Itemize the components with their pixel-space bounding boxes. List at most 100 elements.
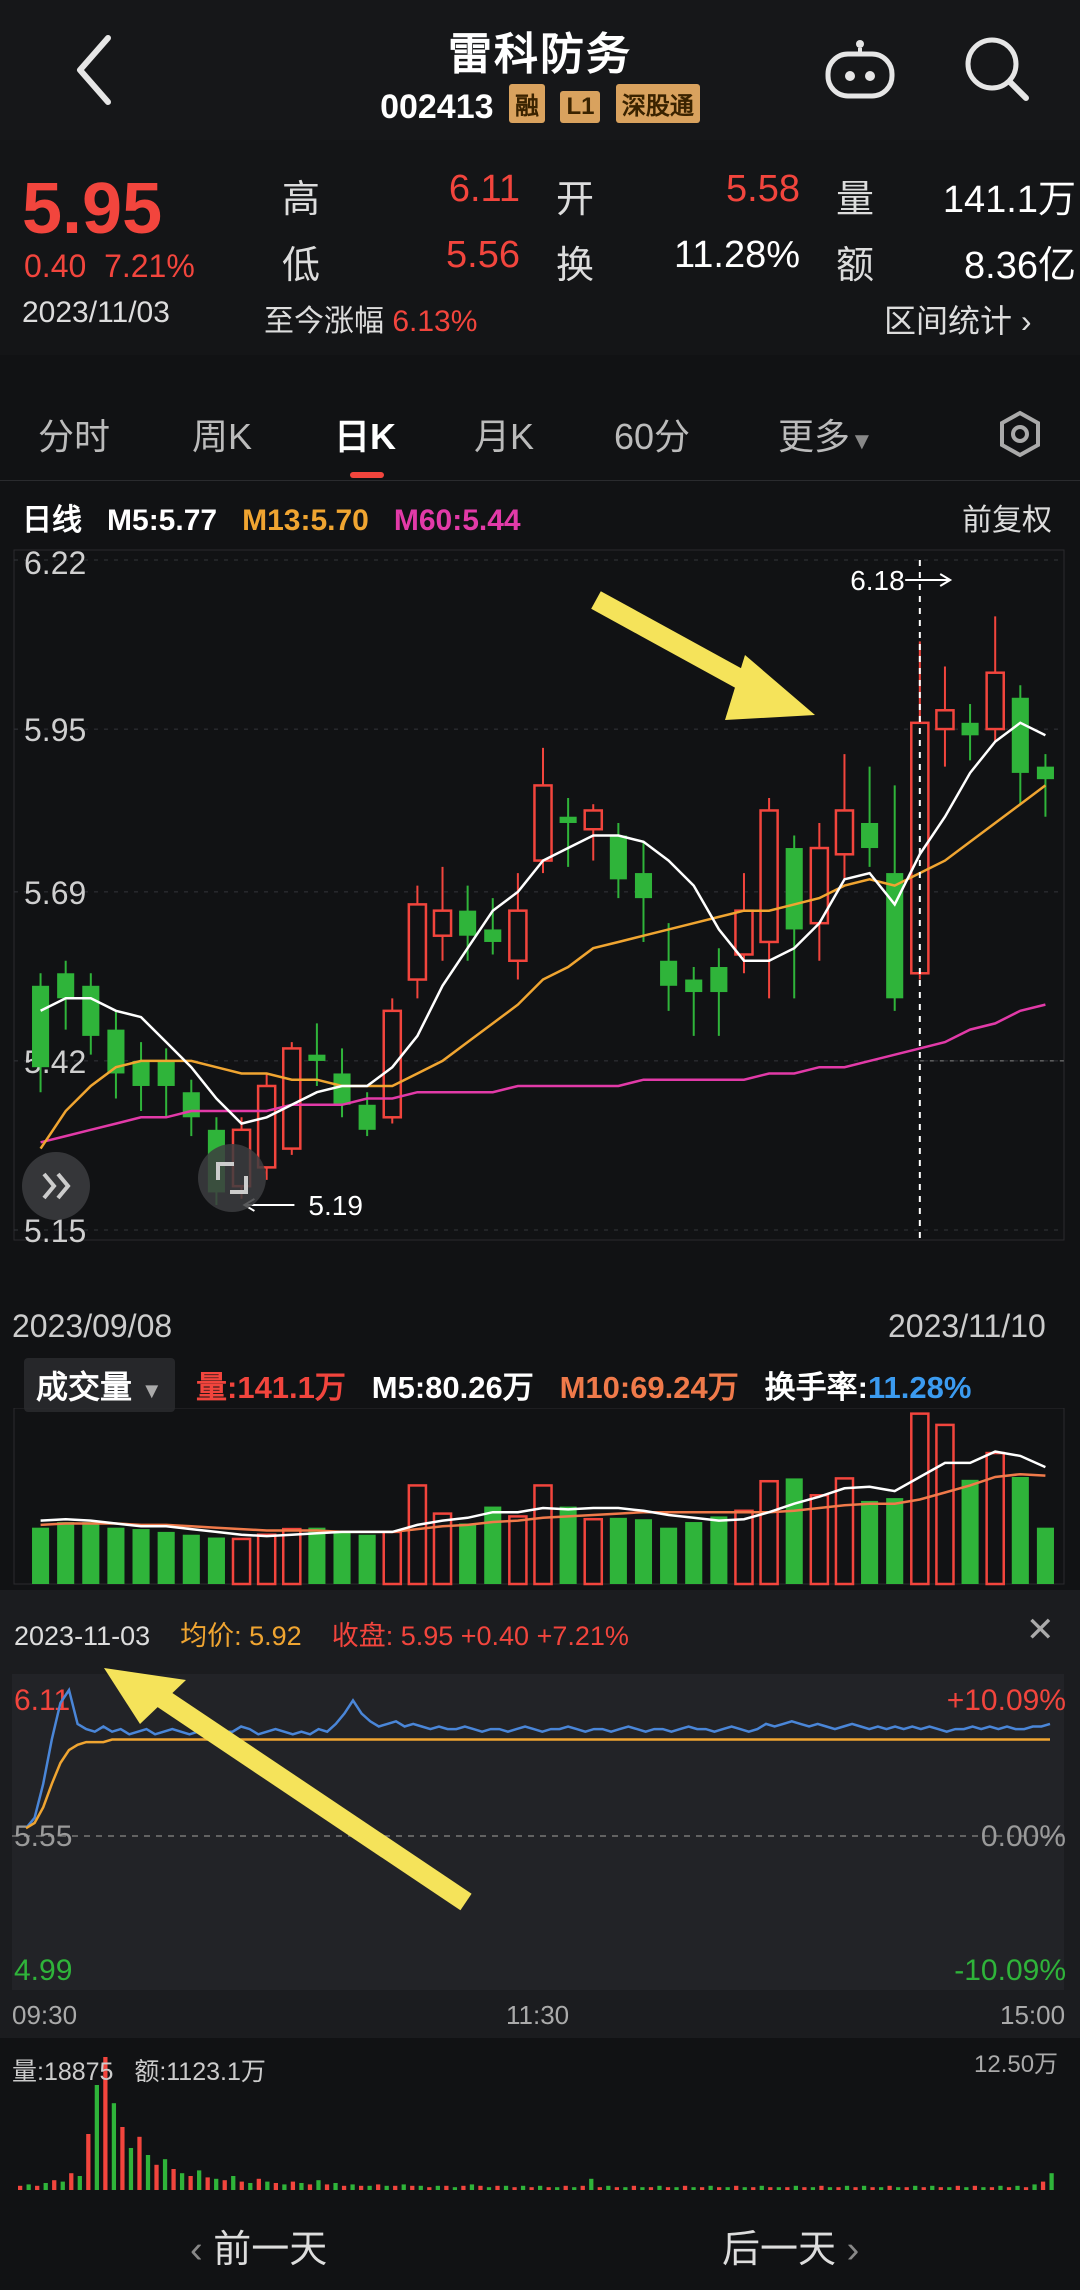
intraday-volume-bar [77, 2176, 82, 2190]
intraday-pct-tick: +10.09% [947, 1684, 1066, 1717]
intraday-volume-bar [333, 2183, 338, 2190]
intraday-volume-bar [503, 2185, 509, 2190]
close-icon[interactable]: ✕ [1026, 1610, 1055, 1650]
candle-body [484, 929, 502, 942]
intraday-volume-bar [520, 2185, 526, 2190]
volume-bar [1011, 1476, 1029, 1584]
margin-tag: 融 [509, 84, 545, 123]
tab-more-label: 更多 [778, 416, 851, 457]
next-day-button[interactable]: 后一天 › [722, 2218, 859, 2273]
intraday-volume-bar [52, 2180, 57, 2190]
intraday-volume-bar [955, 2185, 960, 2190]
intraday-volume-bar [708, 2185, 713, 2190]
intraday-volume-bar [410, 2185, 415, 2190]
intraday-volume-bar [938, 2187, 943, 2190]
open-value: 5.58 [726, 168, 800, 210]
intraday-volume-bar [1023, 2187, 1029, 2190]
intraday-volume-bar [964, 2187, 969, 2190]
volume-legend: 量:141.1万 M5:80.26万 M10:69.24万 换手率:11.28% [196, 1362, 971, 1407]
candle-body [508, 909, 528, 962]
intraday-volume-bar [947, 2187, 952, 2190]
volume-bar [508, 1515, 528, 1586]
intraday-volume-bar [844, 2185, 850, 2190]
volume-bar [32, 1527, 50, 1584]
candle-body [609, 835, 627, 880]
volume-bar [281, 1527, 302, 1586]
volume-bar [358, 1534, 376, 1584]
intraday-volume-bar [1049, 2173, 1054, 2190]
volume-value: 141.1万 [942, 179, 1076, 221]
candle-body [382, 1009, 403, 1119]
turnover-value: 11.28% [673, 234, 800, 276]
tab-intraday[interactable]: 分时 [38, 408, 110, 460]
intraday-volume-bar [631, 2185, 637, 2190]
intraday-volume-bar [418, 2185, 423, 2190]
since-change-value: 6.13% [392, 305, 478, 338]
intraday-volume-bar [214, 2178, 219, 2190]
tab-daily[interactable]: 日K [334, 408, 396, 460]
volume-bar [57, 1522, 75, 1584]
intraday-chart[interactable]: 6.115.554.99+10.09%0.00%-10.09% [0, 1660, 1080, 2000]
intraday-volume-bar [197, 2170, 202, 2190]
intraday-volume-bar [572, 2187, 577, 2190]
tab-more[interactable]: 更多▼ [778, 408, 874, 460]
intraday-volume-bar [265, 2181, 270, 2190]
intraday-volume-bar [768, 2187, 773, 2190]
intraday-volume-bar [307, 2184, 313, 2190]
candle-body [459, 910, 477, 936]
candle-body [32, 985, 50, 1068]
intraday-volume-bar [648, 2187, 654, 2190]
volume-chart[interactable] [0, 1408, 1080, 1588]
volume-ma10: M10:69.24万 [559, 1370, 739, 1405]
intraday-volume-bar [256, 2178, 261, 2190]
candle-body [634, 873, 653, 899]
intraday-volume-bar [546, 2187, 551, 2190]
intraday-volume-bar [717, 2187, 722, 2190]
tab-weekly[interactable]: 周K [192, 408, 252, 460]
range-stats-label: 区间统计 [884, 303, 1013, 339]
candle-body [358, 1104, 376, 1130]
intraday-volume-bar [998, 2185, 1003, 2190]
intraday-volume-bar [35, 2185, 40, 2190]
intraday-volume-bar [1006, 2187, 1012, 2190]
settings-icon[interactable] [996, 410, 1044, 458]
candle-body [333, 1073, 351, 1105]
tab-60min[interactable]: 60分 [614, 408, 690, 460]
volume-bar [710, 1516, 728, 1584]
bottom-nav [0, 2200, 1080, 2290]
robot-assistant-icon[interactable] [822, 36, 898, 100]
low-marker-label: 5.19 [308, 1190, 363, 1221]
volume-bar [432, 1512, 453, 1586]
intraday-volume-bar [589, 2178, 594, 2190]
intraday-time-end: 15:00 [1000, 2000, 1066, 2030]
volume-bar [256, 1533, 277, 1586]
candle-body [935, 709, 955, 731]
intraday-volume-bar [529, 2187, 534, 2190]
chevron-left-icon: ‹ [190, 2229, 203, 2271]
candle-body [432, 909, 453, 937]
low-value: 5.56 [446, 234, 520, 276]
intraday-volume-bar [538, 2185, 543, 2190]
intraday-volume-bar [205, 2177, 210, 2190]
tab-monthly[interactable]: 月K [474, 408, 534, 460]
candle-body [559, 816, 577, 823]
prev-day-button[interactable]: ‹ 前一天 [190, 2218, 327, 2273]
range-stats-button[interactable]: 区间统计 › [884, 296, 1032, 342]
intraday-volume-bar [86, 2134, 91, 2190]
search-icon[interactable] [962, 34, 1032, 104]
dropdown-triangle-icon: ▼ [140, 1378, 163, 1403]
volume-bar [1036, 1527, 1054, 1584]
candle-body [734, 909, 754, 956]
intraday-volume-bar [930, 2185, 935, 2190]
intraday-volume-bar [870, 2187, 875, 2190]
candlestick-chart[interactable]: 6.225.955.695.425.156.185.19 [0, 530, 1080, 1300]
intraday-volume-bar [60, 2181, 65, 2190]
indicator-select-button[interactable]: 成交量 ▼ [24, 1358, 175, 1412]
volume-bar [961, 1479, 979, 1584]
kline-end-date: 2023/11/10 [888, 1308, 1046, 1344]
intraday-volume-bar [248, 2183, 253, 2190]
intraday-volume-bar [972, 2185, 978, 2190]
volume-bar [660, 1527, 678, 1584]
intraday-volume-bar [393, 2185, 398, 2190]
intraday-date: 2023-11-03 [14, 1621, 151, 1651]
